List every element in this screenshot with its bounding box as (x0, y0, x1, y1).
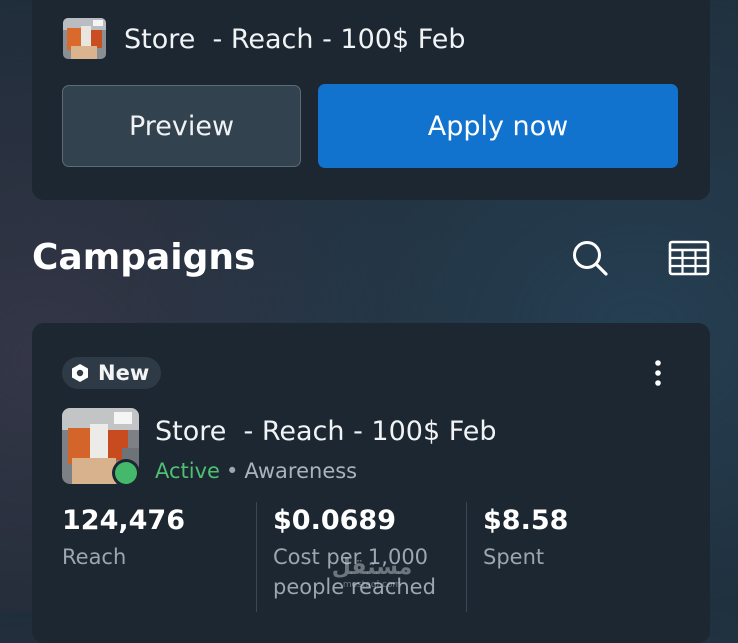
preview-button[interactable]: Preview (62, 85, 301, 167)
preview-button-label: Preview (128, 110, 235, 142)
metric-label: Spent (483, 545, 545, 569)
active-status-dot (115, 462, 137, 484)
new-badge: New (62, 357, 162, 389)
metric-label: Reach (62, 545, 127, 569)
apply-now-button[interactable]: Apply now (318, 84, 678, 168)
metric-divider (256, 502, 257, 612)
watermark: مستقل mostaql.com (322, 555, 422, 591)
apply-now-button-label: Apply now (427, 110, 569, 142)
ad-thumbnail (63, 18, 106, 59)
campaign-status-line: Active • Awareness (155, 456, 357, 486)
new-badge-icon (72, 364, 88, 382)
watermark-text: مستقل (331, 555, 413, 580)
metric-reach: 124,476 Reach (62, 502, 247, 572)
search-icon[interactable] (570, 238, 610, 278)
metric-divider (466, 502, 467, 612)
status-separator: • (225, 459, 239, 483)
campaign-status: Active (155, 459, 220, 483)
metric-value: $8.58 (483, 505, 569, 536)
campaign-name[interactable]: Store - Reach - 100$ Feb (155, 412, 497, 452)
ad-name: Store - Reach - 100$ Feb (124, 24, 466, 55)
more-options-icon[interactable] (646, 358, 670, 388)
campaign-objective: Awareness (244, 459, 358, 483)
watermark-sub: mostaql.com (342, 580, 402, 590)
metric-spent: $8.58 Spent (483, 502, 668, 572)
metric-value: 124,476 (62, 505, 185, 536)
table-view-icon[interactable] (668, 240, 710, 276)
metric-value: $0.0689 (273, 505, 396, 536)
section-title: Campaigns (32, 237, 256, 278)
new-badge-label: New (98, 361, 150, 385)
